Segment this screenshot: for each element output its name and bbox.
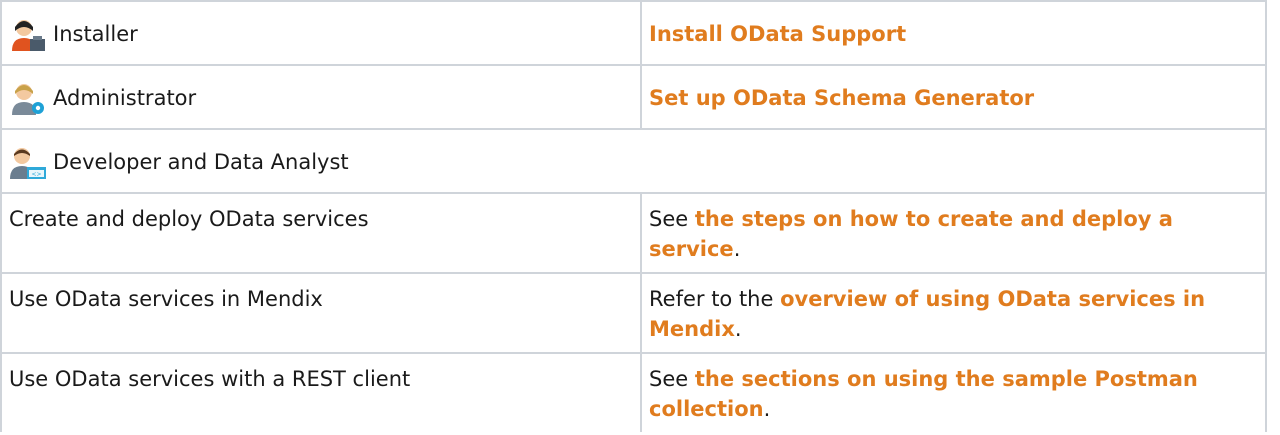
description-suffix: . bbox=[733, 237, 741, 261]
installer-icon bbox=[12, 20, 45, 51]
description-suffix: . bbox=[763, 397, 771, 421]
role-row-developer: <> Developer and Data Analyst bbox=[0, 128, 1267, 194]
description-prefix: See bbox=[649, 367, 695, 391]
description-cell: See the steps on how to create and deplo… bbox=[640, 192, 1267, 274]
create-deploy-service-link[interactable]: the steps on how to create and deploy a … bbox=[649, 207, 1173, 261]
install-odata-support-link[interactable]: Install OData Support bbox=[649, 22, 906, 46]
role-label: Developer and Data Analyst bbox=[53, 150, 349, 174]
postman-collection-link[interactable]: the sections on using the sample Postman… bbox=[649, 367, 1198, 421]
task-row: Use OData services with a REST client Se… bbox=[0, 352, 1267, 432]
description-cell: See the sections on using the sample Pos… bbox=[640, 352, 1267, 432]
task-cell: Use OData services in Mendix bbox=[0, 272, 642, 354]
svg-text:<>: <> bbox=[31, 171, 41, 178]
task-cell: Use OData services with a REST client bbox=[0, 352, 642, 432]
task-row: Create and deploy OData services See the… bbox=[0, 192, 1267, 274]
role-label: Administrator bbox=[53, 86, 197, 110]
description-prefix: See bbox=[649, 207, 695, 231]
administrator-icon bbox=[12, 84, 44, 115]
description-suffix: . bbox=[734, 317, 742, 341]
developer-icon: <> bbox=[10, 148, 46, 179]
task-cell: Create and deploy OData services bbox=[0, 192, 642, 274]
role-row-administrator: Administrator Set up OData Schema Genera… bbox=[0, 64, 1267, 130]
description-cell: Refer to the overview of using OData ser… bbox=[640, 272, 1267, 354]
link-cell: Set up OData Schema Generator bbox=[640, 64, 1267, 130]
role-label: Installer bbox=[53, 22, 138, 46]
role-cell: <> Developer and Data Analyst bbox=[0, 128, 1267, 194]
role-cell: Administrator bbox=[0, 64, 642, 130]
link-cell: Install OData Support bbox=[640, 0, 1267, 66]
task-row: Use OData services in Mendix Refer to th… bbox=[0, 272, 1267, 354]
description-prefix: Refer to the bbox=[649, 287, 781, 311]
roles-table: Installer Install OData Support Administ… bbox=[0, 0, 1267, 432]
setup-schema-generator-link[interactable]: Set up OData Schema Generator bbox=[649, 86, 1034, 110]
role-row-installer: Installer Install OData Support bbox=[0, 0, 1267, 66]
role-cell: Installer bbox=[0, 0, 642, 66]
